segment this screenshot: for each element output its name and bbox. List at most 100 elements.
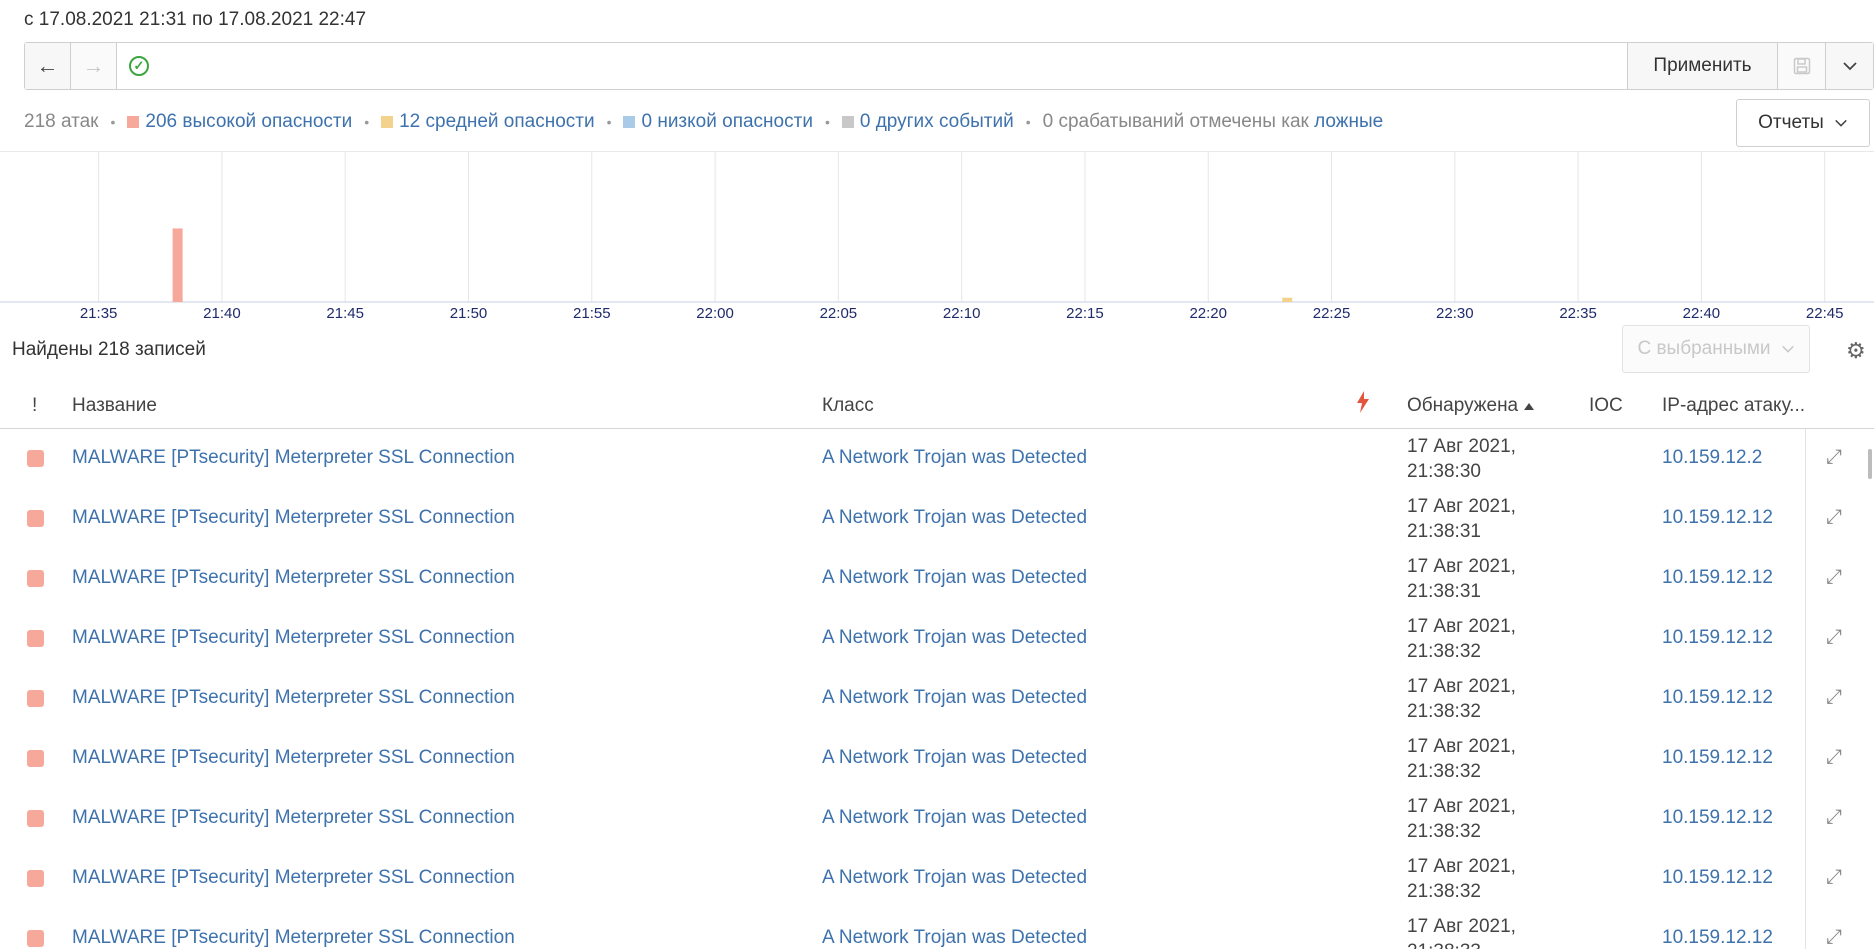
name-column-header[interactable]: Название (72, 395, 157, 417)
detected-datetime: 17 Авг 2021, 21:38:31 (1407, 554, 1516, 604)
detected-date: 17 Авг 2021, (1407, 916, 1516, 937)
attack-class-link[interactable]: A Network Trojan was Detected (822, 447, 1087, 469)
expand-icon[interactable]: ⤢ (1826, 566, 1842, 589)
events-timeline-chart[interactable]: 21:35 21:40 21:45 21:50 21:55 22:00 22:05 22:10… (0, 152, 1874, 322)
table-row[interactable]: MALWARE [PTsecurity] Meterpreter SSL Con… (0, 549, 1874, 609)
attacker-ip-link[interactable]: 10.159.12.12 (1662, 627, 1773, 649)
arrow-left-icon: ← (36, 53, 59, 78)
false-positives-link[interactable]: ложные (1314, 111, 1383, 133)
check-circle-icon: ✓ (129, 56, 149, 76)
detected-datetime: 17 Авг 2021, 21:38:32 (1407, 854, 1516, 904)
arrow-right-icon: → (82, 53, 105, 78)
low-severity-swatch (623, 116, 636, 128)
table-row[interactable]: MALWARE [PTsecurity] Meterpreter SSL Con… (0, 849, 1874, 909)
attack-name-link[interactable]: MALWARE [PTsecurity] Meterpreter SSL Con… (72, 627, 515, 649)
attack-class-link[interactable]: A Network Trojan was Detected (822, 567, 1087, 589)
attack-name-link[interactable]: MALWARE [PTsecurity] Meterpreter SSL Con… (72, 747, 515, 769)
apply-button[interactable]: Применить (1627, 43, 1777, 89)
attacks-count: 218 атак (24, 111, 99, 132)
other-events-link[interactable]: 0 других событий (860, 111, 1014, 133)
back-button[interactable]: ← (25, 43, 71, 89)
class-column-header[interactable]: Класс (822, 395, 874, 417)
attack-name-link[interactable]: MALWARE [PTsecurity] Meterpreter SSL Con… (72, 867, 515, 889)
x-tick-label: 21:55 (573, 305, 611, 322)
attacker-ip-link[interactable]: 10.159.12.12 (1662, 927, 1773, 949)
attack-class-link[interactable]: A Network Trojan was Detected (822, 507, 1087, 529)
attack-name-link[interactable]: MALWARE [PTsecurity] Meterpreter SSL Con… (72, 687, 515, 709)
attacker-ip-link[interactable]: 10.159.12.12 (1662, 567, 1773, 589)
detected-time: 21:38:30 (1407, 461, 1481, 482)
detected-datetime: 17 Авг 2021, 21:38:32 (1407, 674, 1516, 724)
table-row[interactable]: MALWARE [PTsecurity] Meterpreter SSL Con… (0, 429, 1874, 489)
severity-column-header[interactable]: ! (32, 395, 37, 417)
severity-indicator (27, 750, 44, 767)
severity-indicator (27, 630, 44, 647)
gear-icon[interactable]: ⚙ (1846, 338, 1866, 364)
table-header: ! Название Класс Обнаружена IOC IP-адрес… (0, 383, 1874, 429)
severity-indicator (27, 510, 44, 527)
attack-name-link[interactable]: MALWARE [PTsecurity] Meterpreter SSL Con… (72, 447, 515, 469)
attacker-ip-link[interactable]: 10.159.12.12 (1662, 507, 1773, 529)
filter-menu-button[interactable] (1825, 43, 1873, 89)
expand-icon[interactable]: ⤢ (1826, 506, 1842, 529)
attack-class-link[interactable]: A Network Trojan was Detected (822, 747, 1087, 769)
separator-dot: • (1025, 114, 1031, 130)
detected-datetime: 17 Авг 2021, 21:38:33 (1407, 914, 1516, 949)
low-severity-link[interactable]: 0 низкой опасности (641, 111, 812, 133)
attack-class-link[interactable]: A Network Trojan was Detected (822, 927, 1087, 949)
expand-icon[interactable]: ⤢ (1826, 686, 1842, 709)
lightning-icon[interactable] (1355, 391, 1371, 419)
detected-date: 17 Авг 2021, (1407, 676, 1516, 697)
detected-datetime: 17 Авг 2021, 21:38:30 (1407, 434, 1516, 484)
attacker-ip-link[interactable]: 10.159.12.12 (1662, 867, 1773, 889)
table-row[interactable]: MALWARE [PTsecurity] Meterpreter SSL Con… (0, 609, 1874, 669)
medium-severity-link[interactable]: 12 средней опасности (399, 111, 594, 133)
reports-button[interactable]: Отчеты (1736, 99, 1870, 147)
reports-label: Отчеты (1758, 112, 1824, 133)
attack-name-link[interactable]: MALWARE [PTsecurity] Meterpreter SSL Con… (72, 507, 515, 529)
table-row[interactable]: MALWARE [PTsecurity] Meterpreter SSL Con… (0, 789, 1874, 849)
severity-indicator (27, 930, 44, 947)
with-selected-button[interactable]: С выбранными (1622, 325, 1810, 373)
severity-indicator (27, 810, 44, 827)
save-filter-button[interactable] (1777, 43, 1825, 89)
x-tick-label: 21:50 (450, 305, 488, 322)
attacker-ip-link[interactable]: 10.159.12.12 (1662, 687, 1773, 709)
ip-column-header[interactable]: IP-адрес атаку... (1662, 395, 1805, 417)
table-row[interactable]: MALWARE [PTsecurity] Meterpreter SSL Con… (0, 729, 1874, 789)
expand-icon[interactable]: ⤢ (1826, 746, 1842, 769)
expand-icon[interactable]: ⤢ (1826, 926, 1842, 949)
attack-name-link[interactable]: MALWARE [PTsecurity] Meterpreter SSL Con… (72, 567, 515, 589)
attack-name-link[interactable]: MALWARE [PTsecurity] Meterpreter SSL Con… (72, 807, 515, 829)
filter-input[interactable]: ✓ (117, 43, 1627, 89)
high-severity-link[interactable]: 206 высокой опасности (145, 111, 352, 133)
table-row[interactable]: MALWARE [PTsecurity] Meterpreter SSL Con… (0, 489, 1874, 549)
forward-button[interactable]: → (71, 43, 117, 89)
expand-icon[interactable]: ⤢ (1826, 626, 1842, 649)
expand-icon[interactable]: ⤢ (1826, 806, 1842, 829)
chart-bar[interactable] (1282, 297, 1293, 302)
severity-indicator (27, 450, 44, 467)
save-icon (1793, 57, 1810, 75)
detected-column-header[interactable]: Обнаружена (1407, 395, 1535, 417)
expand-icon[interactable]: ⤢ (1826, 866, 1842, 889)
attack-class-link[interactable]: A Network Trojan was Detected (822, 627, 1087, 649)
chart-bar[interactable] (172, 228, 183, 302)
attack-class-link[interactable]: A Network Trojan was Detected (822, 807, 1087, 829)
x-tick-label: 21:45 (326, 305, 364, 322)
expand-icon[interactable]: ⤢ (1826, 446, 1842, 469)
detected-date: 17 Авг 2021, (1407, 436, 1516, 457)
attack-class-link[interactable]: A Network Trojan was Detected (822, 867, 1087, 889)
filter-bar: ← → ✓ Применить (24, 42, 1874, 90)
ioc-column-header[interactable]: IOC (1589, 395, 1623, 417)
other-events-swatch (841, 116, 854, 128)
table-row[interactable]: MALWARE [PTsecurity] Meterpreter SSL Con… (0, 909, 1874, 949)
attacker-ip-link[interactable]: 10.159.12.12 (1662, 807, 1773, 829)
attacker-ip-link[interactable]: 10.159.12.2 (1662, 447, 1762, 469)
attack-class-link[interactable]: A Network Trojan was Detected (822, 687, 1087, 709)
detected-date: 17 Авг 2021, (1407, 736, 1516, 757)
attacker-ip-link[interactable]: 10.159.12.12 (1662, 747, 1773, 769)
attack-name-link[interactable]: MALWARE [PTsecurity] Meterpreter SSL Con… (72, 927, 515, 949)
table-row[interactable]: MALWARE [PTsecurity] Meterpreter SSL Con… (0, 669, 1874, 729)
x-tick-label: 22:35 (1559, 305, 1597, 322)
